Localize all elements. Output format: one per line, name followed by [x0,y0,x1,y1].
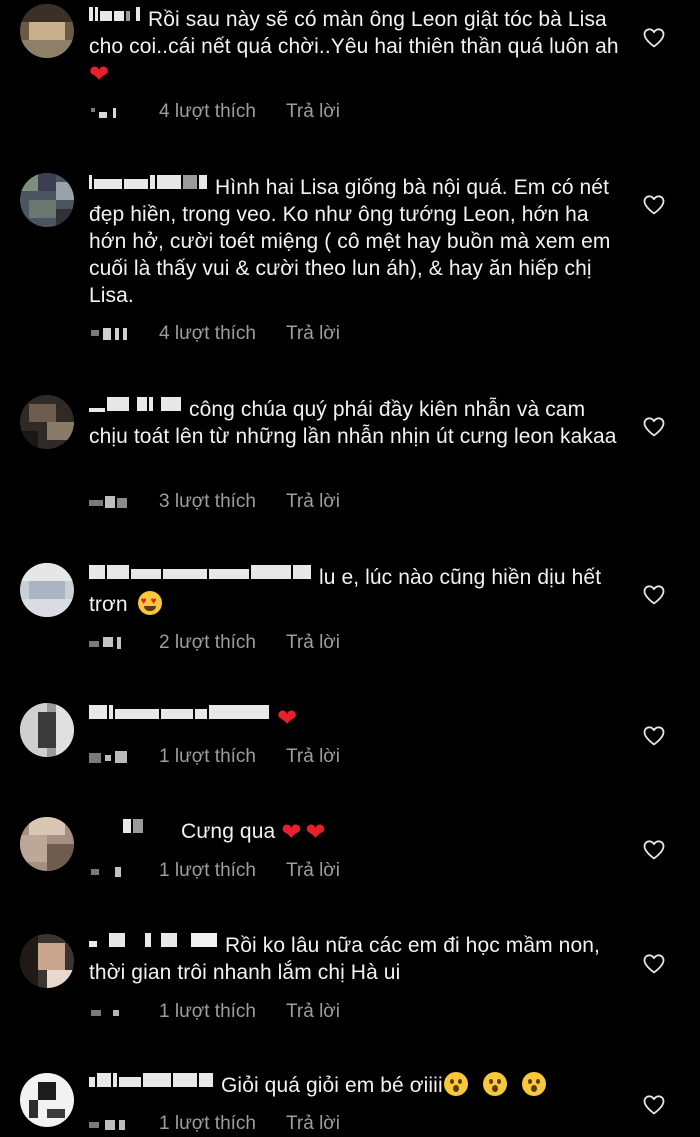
comment-meta: 4 lượt thích Trả lời [89,100,340,124]
comment-text-block: Rồi sau này sẽ có màn ông Leon giật tóc … [89,6,629,87]
timestamp-redacted [89,747,151,767]
username-redacted[interactable] [89,1073,215,1089]
comment-text-block: ❤ [89,704,629,731]
like-heart-icon[interactable] [642,952,666,976]
likes-count[interactable]: 4 lượt thích [159,323,256,344]
username-redacted[interactable] [89,7,142,23]
likes-count[interactable]: 2 lượt thích [159,632,256,653]
hushed-face-emoji [443,1072,468,1096]
avatar[interactable] [20,563,74,617]
likes-count[interactable]: 4 lượt thích [159,101,256,122]
avatar[interactable] [20,395,74,449]
comment-text-block: Cưng qua ❤ ❤ [89,818,629,845]
comment-text: Cưng qua [181,820,276,843]
reply-button[interactable]: Trả lời [286,746,340,767]
red-heart-emoji: ❤ [89,60,110,88]
timestamp-redacted [89,324,151,344]
hushed-face-emoji [521,1072,546,1096]
red-heart-emoji: ❤ [305,818,326,846]
like-heart-icon[interactable] [642,838,666,862]
timestamp-redacted [89,492,151,512]
likes-count[interactable]: 1 lượt thích [159,1001,256,1022]
username-redacted[interactable] [89,175,209,191]
reply-button[interactable]: Trả lời [286,101,340,122]
reply-button[interactable]: Trả lời [286,491,340,512]
comment-meta: 1 lượt thích Trả lời [89,1112,340,1136]
reply-button[interactable]: Trả lời [286,1113,340,1134]
comment-meta: 2 lượt thích Trả lời [89,631,340,655]
like-heart-icon[interactable] [642,415,666,439]
comments-screen: { "comments": [ { "text": "Rồi sau này s… [0,0,700,1137]
like-heart-icon[interactable] [642,26,666,50]
comment-text-block: công chúa quý phái đầy kiên nhẫn và cam … [89,396,629,450]
avatar[interactable] [20,817,74,871]
username-redacted[interactable] [89,933,219,949]
timestamp-redacted [89,1114,151,1134]
avatar[interactable] [20,4,74,58]
username-redacted[interactable] [89,397,183,413]
likes-count[interactable]: 1 lượt thích [159,746,256,767]
red-heart-emoji: ❤ [277,704,298,732]
comment-text-block: Giỏi quá giỏi em bé ơiiii [89,1072,629,1099]
like-heart-icon[interactable] [642,724,666,748]
timestamp-redacted [89,861,151,881]
reply-button[interactable]: Trả lời [286,632,340,653]
comment-meta: 1 lượt thích Trả lời [89,859,340,883]
likes-count[interactable]: 1 lượt thích [159,1113,256,1134]
avatar[interactable] [20,934,74,988]
likes-count[interactable]: 1 lượt thích [159,860,256,881]
avatar[interactable] [20,703,74,757]
comment-text: Hình hai Lisa giống bà nội quá. Em có né… [89,176,611,307]
like-heart-icon[interactable] [642,583,666,607]
like-heart-icon[interactable] [642,193,666,217]
timestamp-redacted [89,102,151,122]
likes-count[interactable]: 3 lượt thích [159,491,256,512]
comment-meta: 4 lượt thích Trả lời [89,322,340,346]
comment-text-block: Rồi ko lâu nữa các em đi học mầm non, th… [89,932,629,986]
comment-meta: 1 lượt thích Trả lời [89,1000,340,1024]
timestamp-redacted [89,633,151,653]
reply-button[interactable]: Trả lời [286,1001,340,1022]
reply-button[interactable]: Trả lời [286,860,340,881]
reply-button[interactable]: Trả lời [286,323,340,344]
comment-text: Rồi sau này sẽ có màn ông Leon giật tóc … [89,8,619,58]
username-redacted[interactable] [89,705,271,721]
red-heart-emoji: ❤ [281,818,302,846]
like-heart-icon[interactable] [642,1093,666,1117]
username-redacted[interactable] [89,819,175,835]
comment-text-block: lu e, lúc nào cũng hiền dịu hết trơn ♥ ♥ [89,564,629,618]
comment-meta: 1 lượt thích Trả lời [89,745,340,769]
timestamp-redacted [89,1002,151,1022]
avatar[interactable] [20,173,74,227]
heart-eyes-emoji: ♥ ♥ [137,591,162,615]
avatar[interactable] [20,1073,74,1127]
comment-meta: 3 lượt thích Trả lời [89,490,340,514]
comment-text: Giỏi quá giỏi em bé ơiiii [221,1074,443,1097]
username-redacted[interactable] [89,565,313,581]
comment-text-block: Hình hai Lisa giống bà nội quá. Em có né… [89,174,629,309]
hushed-face-emoji [482,1072,507,1096]
